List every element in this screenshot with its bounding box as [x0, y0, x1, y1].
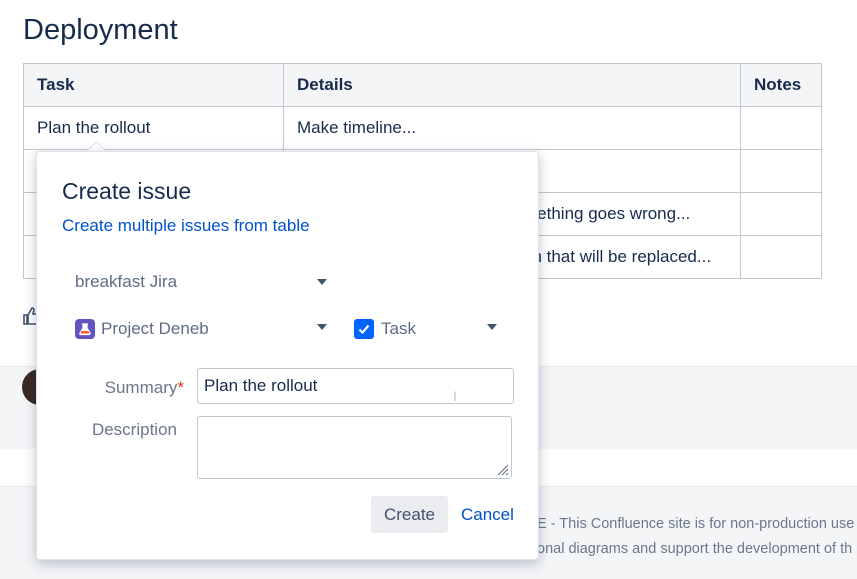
chevron-down-icon — [317, 324, 327, 330]
project-select[interactable]: Project Deneb — [75, 314, 332, 344]
create-button[interactable]: Create — [371, 496, 448, 533]
server-select[interactable]: breakfast Jira — [75, 267, 332, 297]
required-marker: * — [177, 378, 184, 397]
description-label: Description — [91, 420, 177, 439]
create-issue-dialog: Create issue Create multiple issues from… — [36, 151, 539, 560]
description-textarea[interactable] — [197, 416, 512, 479]
project-select-value: Project Deneb — [101, 319, 209, 338]
cell-task[interactable]: Plan the rollout — [23, 106, 284, 150]
text-cursor-icon: I — [453, 388, 457, 404]
header-task[interactable]: Task — [23, 63, 284, 107]
cell-details[interactable]: Make timeline... — [283, 106, 741, 150]
issue-type-select-value: Task — [381, 319, 416, 338]
cancel-button[interactable]: Cancel — [455, 496, 520, 533]
cell-notes[interactable] — [740, 235, 822, 279]
table-row: Plan the rollout Make timeline... — [23, 106, 822, 150]
server-select-value: breakfast Jira — [75, 272, 178, 291]
chevron-down-icon — [317, 279, 327, 285]
resize-handle-icon[interactable] — [495, 462, 509, 476]
header-details[interactable]: Details — [283, 63, 741, 107]
footer-notice-line2: onal diagrams and support the developmen… — [537, 541, 853, 557]
project-icon — [75, 319, 95, 339]
footer-notice-line1: E - This Confluence site is for non-prod… — [537, 516, 855, 532]
table-header-row: Task Details Notes — [23, 63, 822, 107]
task-checkbox-icon — [354, 319, 374, 339]
issue-type-select[interactable]: Task — [354, 314, 504, 344]
cell-notes[interactable] — [740, 149, 822, 193]
chevron-down-icon — [487, 324, 497, 330]
summary-input[interactable] — [197, 368, 514, 404]
dialog-title: Create issue — [62, 178, 192, 204]
page-title: Deployment — [23, 14, 178, 46]
cell-notes[interactable] — [740, 192, 822, 236]
header-notes[interactable]: Notes — [740, 63, 822, 107]
cell-notes[interactable] — [740, 106, 822, 150]
summary-label: Summary* — [104, 378, 184, 397]
create-multiple-issues-link[interactable]: Create multiple issues from table — [62, 216, 310, 236]
